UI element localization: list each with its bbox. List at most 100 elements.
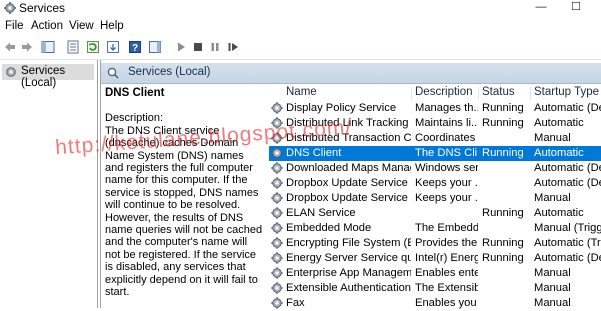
table-row[interactable]: Dropbox Update Service (db... Keeps your … [269,191,601,206]
menu-action[interactable]: Action [31,20,63,32]
service-description-cell: Maintains li... [415,117,478,129]
menu-help[interactable]: Help [100,20,124,32]
menu-view[interactable]: View [69,20,94,32]
maximize-button[interactable]: ☐ [565,0,587,15]
service-startup-cell: Manual [534,282,571,294]
service-name-cell: Downloaded Maps Manager [286,162,411,174]
service-description-cell: Provides the... [415,237,478,249]
service-name-cell: ELAN Service [286,207,356,219]
search-gear-icon [107,67,119,79]
service-startup-cell: Manual [534,267,571,279]
service-gear-icon [271,132,283,144]
service-name-cell: Energy Server Service queen... [286,252,411,264]
refresh-icon[interactable] [86,40,100,54]
minimize-button[interactable]: — [530,0,552,15]
service-startup-cell: Automatic (De [534,177,601,189]
service-description-cell: Intel(r) Energ... [415,252,478,264]
svg-text:?: ? [132,43,138,54]
service-status-cell [482,177,532,191]
column-divider[interactable] [478,87,479,100]
column-header-status[interactable]: Status [482,86,515,101]
help-icon[interactable]: ? [128,40,142,54]
service-name-cell: DNS Client [286,147,342,159]
table-row[interactable]: Enterprise App Managemen... Enables ente.… [269,266,601,281]
service-status-cell [482,267,532,281]
service-description-cell [415,207,478,221]
selected-service-name: DNS Client [105,87,165,99]
description-label: Description: [105,112,164,125]
service-status-cell [482,192,532,206]
table-row[interactable]: Embedded Mode The Embedd... Manual (Trigg [269,221,601,236]
table-row[interactable]: Distributed Link Tracking Cl... Maintains… [269,116,601,131]
service-startup-cell: Automatic [534,117,584,129]
table-row[interactable]: Dropbox Update Service (db... Keeps your … [269,176,601,191]
show-hide-console-tree-icon[interactable] [41,40,55,54]
service-description-cell: Manages th... [415,102,478,114]
service-startup-cell: Automatic (De [534,252,601,264]
table-row[interactable]: Energy Server Service queen... Intel(r) E… [269,251,601,266]
table-row[interactable]: ELAN Service Running Automatic [269,206,601,221]
service-description-cell: Enables you ... [415,297,478,309]
service-status-cell [482,222,532,236]
service-name-cell: Embedded Mode [286,222,372,234]
service-gear-icon [271,117,283,129]
restart-service-icon[interactable] [226,40,240,54]
service-gear-icon [271,207,283,219]
service-name-cell: Dropbox Update Service (db... [286,192,411,204]
menu-file[interactable]: File [5,20,24,32]
service-name-cell: Extensible Authentication Pr... [286,282,411,294]
service-description-cell: Keeps your ... [415,192,478,204]
toolbar: ? [0,35,601,60]
services-app-icon [4,2,16,14]
service-name-cell: Fax [286,297,305,309]
export-list-icon[interactable] [106,40,120,54]
start-service-icon[interactable] [174,40,188,54]
table-row[interactable]: Fax Enables you ... Manual [269,296,601,311]
table-row[interactable]: Extensible Authentication Pr... The Exten… [269,281,601,296]
column-header-description[interactable]: Description [415,86,473,101]
service-gear-icon [271,192,283,204]
tree-item-services-local[interactable]: Services (Local) [2,64,94,89]
service-status-cell [482,132,532,146]
table-row[interactable]: Downloaded Maps Manager Windows ser... Aut… [269,161,601,176]
title-bar: Services — ☐ [0,0,601,17]
service-status-cell [482,297,532,311]
service-gear-icon [271,162,283,174]
service-name-cell: Enterprise App Managemen... [286,267,411,279]
pause-service-icon[interactable] [208,40,222,54]
service-name-cell: Distributed Transaction Coor... [286,132,411,144]
details-pane: Services (Local) DNS Client Description:… [100,60,601,311]
service-status-cell: Running [482,252,524,264]
panel-title: Services (Local) [128,66,211,78]
table-row[interactable]: Distributed Transaction Coor... Coordinat… [269,131,601,146]
tree-item-label: Services (Local) [21,65,66,89]
service-gear-icon [271,267,283,279]
services-table: Name Description Status Startup Type Dis… [269,83,601,311]
stop-service-icon[interactable] [191,40,205,54]
service-startup-cell: Automatic (De [534,102,601,114]
back-arrow-icon[interactable] [3,40,17,54]
action-pane-icon[interactable] [148,40,162,54]
forward-arrow-icon[interactable] [20,40,34,54]
column-header-name[interactable]: Name [286,86,317,101]
service-description-cell: The DNS Cli... [415,147,478,159]
properties-icon[interactable] [66,40,80,54]
service-gear-icon [271,237,283,249]
table-row[interactable]: Display Policy Service Manages th... Runni… [269,101,601,116]
service-status-cell [482,282,532,296]
service-description-cell: Windows ser... [415,162,478,174]
service-gear-icon [271,282,283,294]
service-gear-icon [271,177,283,189]
table-row[interactable]: Encrypting File System (EFS) Provides the… [269,236,601,251]
table-row[interactable]: DNS Client The DNS Cli... Running Automatic [269,146,601,161]
service-name-cell: Distributed Link Tracking Cl... [286,117,411,129]
service-startup-cell: Manual [534,132,571,144]
column-divider[interactable] [411,87,412,100]
service-status-cell: Running [482,102,524,114]
column-header-startup-type[interactable]: Startup Type [534,86,599,101]
service-name-cell: Display Policy Service [286,102,397,114]
console-tree: Services (Local) [0,60,98,308]
column-divider[interactable] [530,87,531,100]
panel-header: Services (Local) [101,63,601,84]
service-gear-icon [271,102,283,114]
